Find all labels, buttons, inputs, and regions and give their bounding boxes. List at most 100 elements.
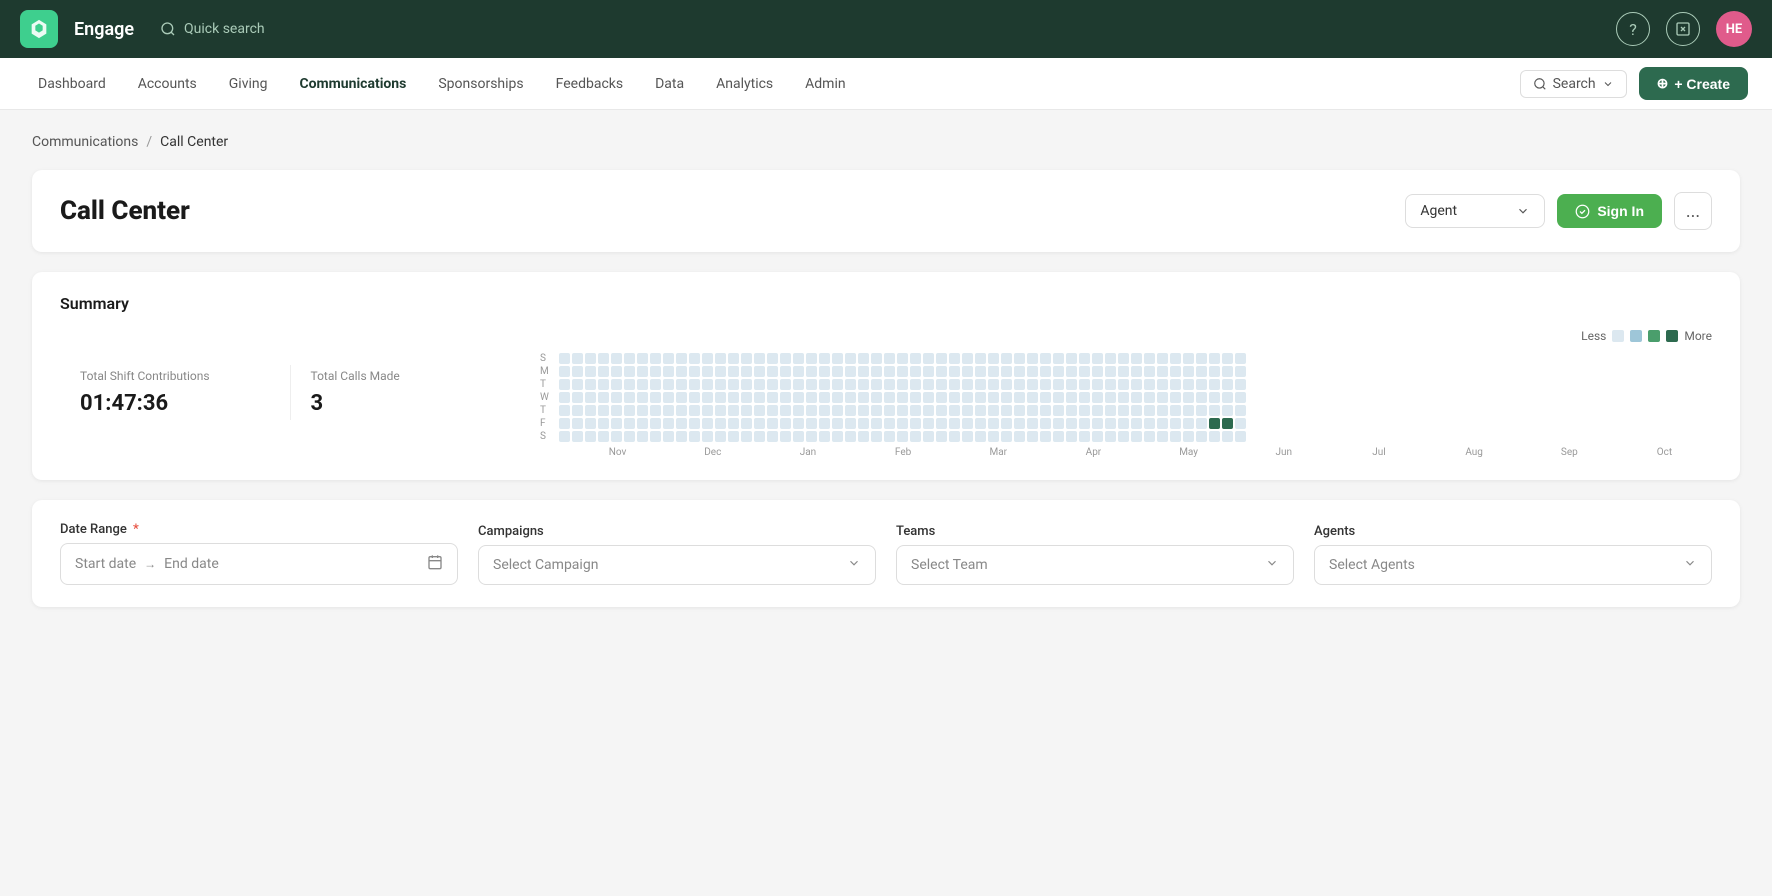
heatmap-cell — [1196, 366, 1207, 377]
month-label: Jul — [1331, 447, 1426, 458]
heatmap-cell — [689, 431, 700, 442]
heatmap-cell — [611, 418, 622, 429]
heatmap-cell — [897, 353, 908, 364]
heatmap-cell — [624, 379, 635, 390]
heatmap-cell — [1027, 379, 1038, 390]
create-icon: ⊕ — [1657, 75, 1669, 92]
heatmap-cell — [806, 366, 817, 377]
heatmap-cell — [650, 405, 661, 416]
heatmap-cell — [1014, 392, 1025, 403]
nav-item-giving[interactable]: Giving — [215, 70, 282, 98]
heatmap-cell — [780, 353, 791, 364]
date-range-input[interactable]: Start date → End date — [60, 543, 458, 585]
heatmap-cell — [624, 418, 635, 429]
heatmap-cell — [1040, 431, 1051, 442]
agents-select[interactable]: Select Agents — [1314, 545, 1712, 585]
heatmap-cell — [1183, 418, 1194, 429]
heatmap-cell — [1235, 392, 1246, 403]
heatmap-cell — [585, 405, 596, 416]
heatmap-cell — [858, 379, 869, 390]
sign-in-button[interactable]: Sign In — [1557, 194, 1662, 228]
heatmap-cell — [559, 366, 570, 377]
heatmap-cell — [1027, 366, 1038, 377]
nav-item-admin[interactable]: Admin — [791, 70, 859, 98]
heatmap-cell — [988, 392, 999, 403]
more-options-button[interactable]: ... — [1674, 192, 1712, 230]
user-avatar[interactable]: HE — [1716, 11, 1752, 47]
heatmap-cell — [1118, 431, 1129, 442]
help-button[interactable]: ? — [1616, 12, 1650, 46]
heatmap-cell — [1131, 418, 1142, 429]
heatmap-cell — [663, 366, 674, 377]
heatmap-cell — [676, 431, 687, 442]
breadcrumb: Communications / Call Center — [32, 134, 1740, 150]
legend-box-1 — [1630, 330, 1642, 342]
heatmap-cell — [1209, 353, 1220, 364]
heatmap-cell — [663, 353, 674, 364]
nav-item-dashboard[interactable]: Dashboard — [24, 70, 120, 98]
heatmap-cell — [754, 379, 765, 390]
heatmap-cell — [962, 431, 973, 442]
heatmap-cell — [715, 431, 726, 442]
heatmap-row — [559, 353, 1712, 364]
heatmap-cell — [780, 379, 791, 390]
nav-item-data[interactable]: Data — [641, 70, 698, 98]
nav-item-communications[interactable]: Communications — [285, 70, 420, 98]
heatmap-cell — [962, 353, 973, 364]
heatmap-cell — [754, 366, 765, 377]
nav-item-accounts[interactable]: Accounts — [124, 70, 211, 98]
heatmap-cell — [1079, 366, 1090, 377]
heatmap-cell — [1209, 366, 1220, 377]
heatmap-cell — [1157, 379, 1168, 390]
heatmap-cell — [676, 366, 687, 377]
campaigns-group: Campaigns Select Campaign — [478, 524, 876, 585]
heatmap-cell — [806, 405, 817, 416]
create-button[interactable]: ⊕ + Create — [1639, 67, 1748, 100]
heatmap-cell — [871, 431, 882, 442]
heatmap-cell — [741, 379, 752, 390]
agent-dropdown[interactable]: Agent — [1405, 194, 1545, 228]
heatmap-cell — [1183, 431, 1194, 442]
nav-item-analytics[interactable]: Analytics — [702, 70, 787, 98]
heatmap-cell — [1196, 418, 1207, 429]
heatmap-cell — [689, 366, 700, 377]
notifications-button[interactable] — [1666, 12, 1700, 46]
search-dropdown[interactable]: Search — [1520, 70, 1627, 98]
nav-item-sponsorships[interactable]: Sponsorships — [424, 70, 537, 98]
heatmap-cell — [767, 392, 778, 403]
heatmap-cell — [650, 431, 661, 442]
heatmap-cell — [1118, 392, 1129, 403]
heatmap-cell — [1066, 418, 1077, 429]
campaigns-select[interactable]: Select Campaign — [478, 545, 876, 585]
heatmap-cell — [1001, 418, 1012, 429]
heatmap-cell — [884, 379, 895, 390]
heatmap-cell — [1001, 353, 1012, 364]
heatmap-cell — [1027, 418, 1038, 429]
heatmap-cell — [1105, 379, 1116, 390]
heatmap-cell — [910, 353, 921, 364]
heatmap-cell — [1222, 379, 1233, 390]
total-calls-made-value: 3 — [311, 391, 501, 416]
heatmap-cell — [767, 418, 778, 429]
month-label: Dec — [665, 447, 760, 458]
heatmap-cell — [1092, 353, 1103, 364]
day-label-f: F — [540, 418, 549, 430]
heatmap-cell — [1196, 353, 1207, 364]
required-indicator: * — [133, 522, 139, 537]
app-logo[interactable] — [20, 10, 58, 48]
nav-item-feedbacks[interactable]: Feedbacks — [542, 70, 637, 98]
heatmap-cell — [1170, 366, 1181, 377]
day-label-s1: S — [540, 353, 549, 365]
teams-select[interactable]: Select Team — [896, 545, 1294, 585]
heatmap-cell — [1183, 392, 1194, 403]
heatmap-cell — [1183, 379, 1194, 390]
heatmap-cell — [871, 366, 882, 377]
heatmap-cell — [689, 418, 700, 429]
breadcrumb-parent[interactable]: Communications — [32, 134, 138, 150]
heatmap-cell — [728, 405, 739, 416]
quick-search[interactable]: Quick search — [160, 21, 1600, 37]
secondary-navigation: Dashboard Accounts Giving Communications… — [0, 58, 1772, 110]
heatmap-cell — [676, 418, 687, 429]
heatmap-cell — [611, 392, 622, 403]
heatmap-cell — [715, 353, 726, 364]
